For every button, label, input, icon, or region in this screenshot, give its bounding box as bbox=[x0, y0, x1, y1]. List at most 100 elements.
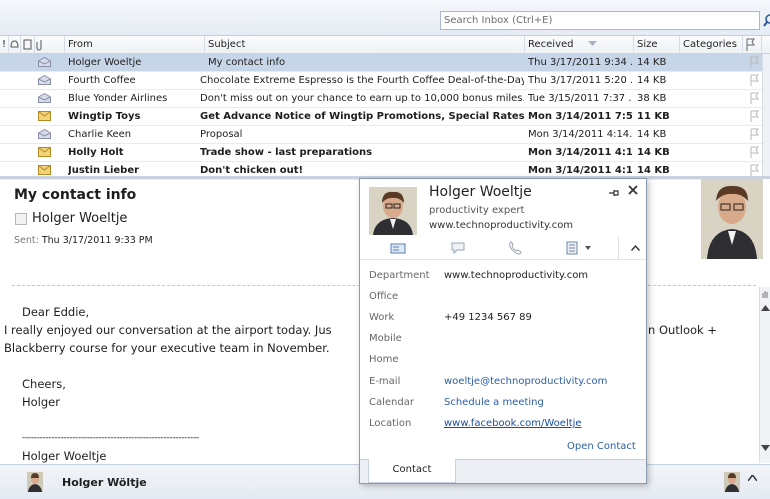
sent-value: Thu 3/17/2011 9:33 PM bbox=[41, 235, 153, 246]
message-subject: Don't miss out on your chance to earn up… bbox=[200, 93, 524, 104]
type-column-header[interactable] bbox=[21, 36, 35, 54]
size-column-header[interactable]: Size bbox=[634, 36, 680, 54]
people-pane-name[interactable]: Holger Wöltje bbox=[62, 476, 147, 489]
field-value[interactable]: +49 1234 567 89 bbox=[444, 311, 532, 325]
message-received: Thu 3/17/2011 9:34 ... bbox=[528, 57, 632, 68]
envelope-read-icon bbox=[38, 129, 51, 139]
reminder-column-header[interactable] bbox=[9, 36, 21, 54]
open-contact-link[interactable]: Open Contact bbox=[567, 441, 636, 452]
message-row[interactable]: Holger Woeltje My contact info Thu 3/17/… bbox=[0, 54, 762, 72]
message-received: Mon 3/14/2011 4:1... bbox=[528, 147, 632, 158]
field-calendar: Calendar Schedule a meeting bbox=[369, 396, 641, 412]
field-label: Work bbox=[369, 312, 395, 323]
flag-icon[interactable] bbox=[749, 146, 759, 159]
chevron-up-icon[interactable] bbox=[747, 471, 758, 484]
paperclip-icon bbox=[36, 40, 42, 51]
message-subject: My contact info bbox=[208, 57, 286, 68]
search-input[interactable] bbox=[441, 12, 741, 29]
message-from: Holly Holt bbox=[68, 147, 124, 158]
person-thumbnail[interactable] bbox=[724, 472, 740, 492]
message-subject: Chocolate Extreme Espresso is the Fourth… bbox=[200, 75, 524, 86]
email-link[interactable]: woeltje@technoproductivity.com bbox=[444, 375, 607, 389]
field-label: Department bbox=[369, 270, 430, 281]
envelope-unread-icon bbox=[38, 147, 51, 157]
sort-descending-icon bbox=[588, 41, 597, 46]
subject-column-header[interactable]: Subject bbox=[204, 36, 525, 54]
contact-photo[interactable] bbox=[369, 187, 417, 235]
message-row[interactable]: Wingtip Toys Get Advance Notice of Wingt… bbox=[0, 108, 762, 126]
scroll-down-arrow-icon[interactable] bbox=[761, 445, 770, 451]
flag-icon[interactable] bbox=[749, 56, 759, 69]
flag-icon bbox=[746, 38, 755, 51]
contact-website[interactable]: www.technoproductivity.com bbox=[429, 220, 573, 231]
from-column-header[interactable]: From bbox=[65, 36, 205, 54]
flag-icon[interactable] bbox=[749, 74, 759, 87]
importance-column-header[interactable]: ! bbox=[0, 36, 9, 54]
message-subject: Proposal bbox=[200, 129, 243, 140]
categories-column-header[interactable]: Categories bbox=[680, 36, 743, 54]
message-received: Tue 3/15/2011 7:37 ... bbox=[528, 93, 632, 104]
message-list-header: ! From Subject Received Size Categories bbox=[0, 36, 770, 54]
message-row[interactable]: Fourth Coffee Chocolate Extreme Espresso… bbox=[0, 72, 762, 90]
sender-photo[interactable] bbox=[701, 179, 763, 259]
pin-icon[interactable] bbox=[608, 187, 620, 202]
message-row[interactable]: Charlie Keen Proposal Mon 3/14/2011 4:14… bbox=[0, 126, 762, 144]
person-thumbnail[interactable] bbox=[27, 472, 43, 492]
message-row[interactable]: Holly Holt Trade show - last preparation… bbox=[0, 144, 762, 162]
contact-card: Holger Woeltje productivity expert www.t… bbox=[359, 178, 647, 484]
field-mobile: Mobile bbox=[369, 332, 641, 348]
message-subject: Get Advance Notice of Wingtip Promotions… bbox=[200, 111, 524, 122]
flag-icon[interactable] bbox=[749, 110, 759, 123]
field-label: E-mail bbox=[369, 376, 401, 387]
contact-title: productivity expert bbox=[429, 205, 525, 216]
body-text: I really enjoyed our conversation at the… bbox=[4, 323, 332, 337]
received-column-header[interactable]: Received bbox=[525, 36, 634, 54]
dropdown-arrow-icon[interactable] bbox=[585, 246, 591, 250]
tab-contact[interactable]: Contact bbox=[368, 459, 456, 483]
search-box[interactable] bbox=[440, 11, 770, 30]
message-title: My contact info bbox=[14, 187, 137, 203]
scroll-up-arrow-icon[interactable] bbox=[761, 305, 770, 311]
flag-icon[interactable] bbox=[749, 128, 759, 141]
message-size: 14 KB bbox=[637, 147, 670, 158]
field-home: Home bbox=[369, 353, 641, 369]
message-size: 14 KB bbox=[637, 75, 667, 86]
location-link[interactable]: www.facebook.com/Woeltje bbox=[444, 417, 582, 431]
field-location: Location www.facebook.com/Woeltje bbox=[369, 417, 641, 433]
message-sender[interactable]: Holger Woeltje bbox=[32, 211, 127, 226]
message-sent-line: Sent: Thu 3/17/2011 9:33 PM bbox=[14, 235, 153, 246]
search-bar-area bbox=[0, 0, 770, 36]
close-icon[interactable] bbox=[628, 184, 638, 199]
body-text: n Outlook + bbox=[648, 323, 718, 337]
contact-name: Holger Woeltje bbox=[429, 184, 532, 200]
field-department: Department www.technoproductivity.com bbox=[369, 269, 641, 285]
hand-icon bbox=[762, 291, 768, 298]
envelope-read-icon bbox=[38, 93, 51, 103]
message-size: 38 KB bbox=[637, 93, 667, 104]
message-size: 11 KB bbox=[637, 111, 670, 122]
sent-label: Sent: bbox=[14, 235, 39, 246]
message-subject: Trade show - last preparations bbox=[200, 147, 373, 158]
reading-pane-scrollbar[interactable] bbox=[759, 287, 770, 463]
phone-icon[interactable] bbox=[507, 241, 523, 255]
search-icon[interactable] bbox=[763, 12, 770, 30]
flag-column-header[interactable] bbox=[743, 36, 762, 54]
flag-icon[interactable] bbox=[749, 92, 759, 105]
attachment-column-header[interactable] bbox=[35, 36, 65, 54]
message-received: Mon 3/14/2011 4:14... bbox=[528, 129, 632, 140]
instant-message-icon[interactable] bbox=[450, 241, 466, 255]
message-received: Thu 3/17/2011 5:20 ... bbox=[528, 75, 632, 86]
send-email-icon[interactable] bbox=[390, 241, 406, 255]
schedule-meeting-link[interactable]: Schedule a meeting bbox=[444, 396, 544, 410]
field-email: E-mail woeltje@technoproductivity.com bbox=[369, 375, 641, 391]
field-label: Mobile bbox=[369, 333, 402, 344]
contact-actions-bar bbox=[360, 237, 646, 260]
chevron-up-icon[interactable] bbox=[631, 245, 640, 251]
field-label: Location bbox=[369, 418, 412, 429]
envelope-read-icon bbox=[38, 75, 51, 85]
message-from: Wingtip Toys bbox=[68, 111, 141, 122]
message-list-scrollbar[interactable] bbox=[762, 54, 770, 176]
more-options-icon[interactable] bbox=[565, 241, 581, 255]
message-from: Blue Yonder Airlines bbox=[68, 93, 168, 104]
message-row[interactable]: Blue Yonder Airlines Don't miss out on y… bbox=[0, 90, 762, 108]
